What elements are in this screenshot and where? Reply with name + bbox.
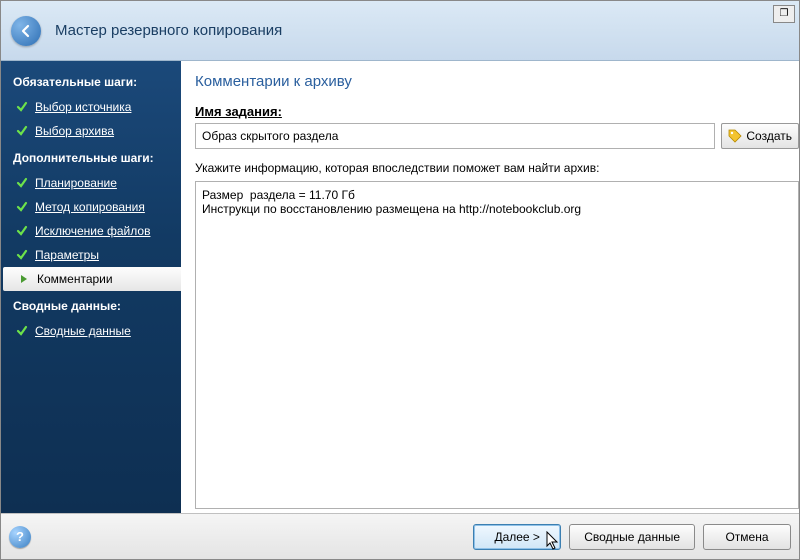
check-icon — [15, 176, 29, 190]
next-button-label: Далее > — [494, 530, 540, 544]
comment-textarea[interactable] — [195, 181, 799, 509]
sidebar-item-source[interactable]: Выбор источника — [1, 95, 181, 119]
sidebar-item-method[interactable]: Метод копирования — [1, 195, 181, 219]
sidebar-item-params[interactable]: Параметры — [1, 243, 181, 267]
task-name-input[interactable] — [195, 123, 715, 149]
sidebar-section-optional: Дополнительные шаги: — [1, 143, 181, 171]
sidebar-item-label: Сводные данные — [35, 324, 131, 338]
back-button[interactable] — [11, 16, 41, 46]
check-icon — [15, 200, 29, 214]
sidebar-item-label: Параметры — [35, 248, 99, 262]
check-icon — [15, 124, 29, 138]
comment-hint: Укажите информацию, которая впоследствии… — [195, 161, 799, 175]
sidebar-item-comments[interactable]: Комментарии — [3, 267, 181, 291]
summary-button[interactable]: Сводные данные — [569, 524, 695, 550]
sidebar-item-archive[interactable]: Выбор архива — [1, 119, 181, 143]
cancel-button-label: Отмена — [725, 530, 768, 544]
window-title: Мастер резервного копирования — [55, 22, 282, 39]
next-button[interactable]: Далее > — [473, 524, 561, 550]
cancel-button[interactable]: Отмена — [703, 524, 791, 550]
main-panel: Комментарии к архиву Имя задания: Создат… — [181, 61, 799, 513]
footer: ? Далее > Сводные данные Отмена — [1, 513, 799, 559]
arrow-left-icon — [18, 23, 34, 39]
sidebar-section-summary: Сводные данные: — [1, 291, 181, 319]
sidebar-item-label: Метод копирования — [35, 200, 145, 214]
arrow-right-icon — [17, 272, 31, 286]
sidebar: Обязательные шаги: Выбор источника Выбор… — [1, 61, 181, 513]
help-button[interactable]: ? — [9, 526, 31, 548]
cursor-icon — [546, 531, 560, 551]
sidebar-item-exclude[interactable]: Исключение файлов — [1, 219, 181, 243]
titlebar: Мастер резервного копирования ❐ — [1, 1, 799, 61]
sidebar-item-label: Выбор источника — [35, 100, 131, 114]
sidebar-item-label: Планирование — [35, 176, 117, 190]
check-icon — [15, 248, 29, 262]
sidebar-item-summary[interactable]: Сводные данные — [1, 319, 181, 343]
sidebar-item-label: Исключение файлов — [35, 224, 150, 238]
sidebar-item-label: Комментарии — [37, 272, 113, 286]
create-button-label: Создать — [746, 129, 792, 143]
sidebar-section-required: Обязательные шаги: — [1, 67, 181, 95]
create-button[interactable]: Создать — [721, 123, 799, 149]
check-icon — [15, 224, 29, 238]
sidebar-item-schedule[interactable]: Планирование — [1, 171, 181, 195]
summary-button-label: Сводные данные — [584, 530, 680, 544]
page-title: Комментарии к архиву — [195, 73, 799, 90]
tag-icon — [728, 129, 742, 143]
check-icon — [15, 100, 29, 114]
task-name-label: Имя задания: — [195, 104, 799, 119]
check-icon — [15, 324, 29, 338]
maximize-button[interactable]: ❐ — [773, 5, 795, 23]
sidebar-item-label: Выбор архива — [35, 124, 114, 138]
